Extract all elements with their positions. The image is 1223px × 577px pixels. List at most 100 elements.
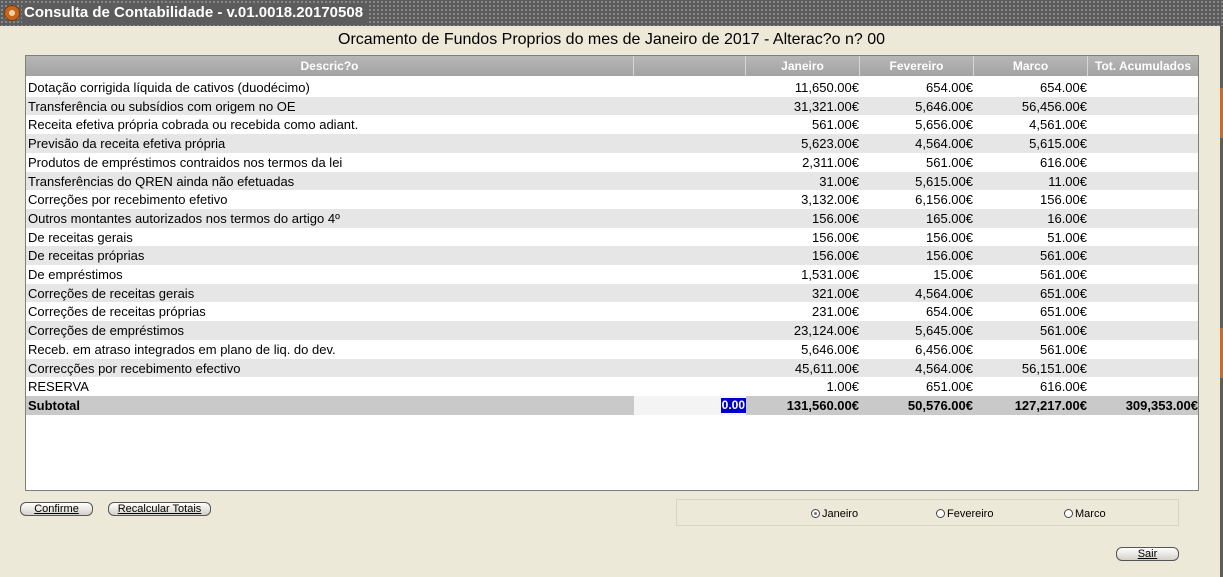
- radio-january-label: Janeiro: [822, 508, 859, 520]
- table-row[interactable]: Dotação corrigida líquida de cativos (du…: [26, 78, 1198, 97]
- table-row[interactable]: Correções de empréstimos 23,124.00€ 5,645.…: [26, 321, 1198, 341]
- row-total: [1088, 321, 1198, 340]
- row-february: 156.00€: [926, 248, 973, 264]
- row-january: 3,132.00€: [801, 192, 859, 208]
- row-total: [1088, 284, 1198, 303]
- row-january: 561.00€: [812, 117, 859, 133]
- row-february: 651.00€: [926, 379, 973, 395]
- app-logo-icon: [4, 5, 20, 21]
- recalculate-totals-button[interactable]: Recalcular Totais: [108, 502, 211, 516]
- row-february: 5,656.00€: [915, 117, 973, 133]
- window-title: Consulta de Contabilidade - v.01.0018.20…: [22, 3, 370, 23]
- exit-button-label: Sair: [1137, 548, 1158, 560]
- row-january: 31.00€: [819, 173, 859, 189]
- row-description: Receb. em atraso integrados em plano de …: [28, 341, 336, 357]
- page-title: Orcamento de Fundos Proprios do mes de J…: [338, 31, 885, 48]
- subtotal-total: 309,353.00€: [1125, 397, 1198, 413]
- row-description: Previsão da receita efetiva própria: [28, 136, 226, 152]
- column-header-blank[interactable]: [634, 56, 746, 76]
- table-row[interactable]: Produtos de empréstimos contraidos nos t…: [26, 152, 1198, 172]
- title-bar: Consulta de Contabilidade - v.01.0018.20…: [0, 0, 1223, 26]
- row-description: De receitas próprias: [28, 248, 145, 264]
- row-march: 51.00€: [1047, 229, 1087, 245]
- row-january: 23,124.00€: [793, 323, 859, 339]
- row-february: 6,156.00€: [915, 192, 973, 208]
- row-march: 561.00€: [1040, 341, 1087, 357]
- budget-table[interactable]: Descric?o Janeiro Fevereiro Marco Tot. A…: [25, 55, 1199, 491]
- table-row[interactable]: Receita efetiva própria cobrada ou receb…: [26, 115, 1198, 135]
- row-march: 156.00€: [1040, 192, 1087, 208]
- column-header-total[interactable]: Tot. Acumulados: [1088, 56, 1198, 76]
- row-total: [1088, 209, 1198, 228]
- subtotal-march: 127,217.00€: [1014, 397, 1087, 413]
- row-march: 56,151.00€: [1021, 360, 1087, 376]
- radio-february[interactable]: Fevereiro: [936, 508, 993, 521]
- radio-january[interactable]: Janeiro: [811, 508, 858, 521]
- table-row[interactable]: De receitas próprias 156.00€ 156.00€ 561.00…: [26, 246, 1198, 266]
- table-row[interactable]: Correcções por recebimento efectivo 45,61…: [26, 358, 1198, 378]
- row-march: 561.00€: [1040, 267, 1087, 282]
- row-total: [1088, 78, 1198, 97]
- row-january: 1.00€: [826, 379, 859, 395]
- row-january: 1,531.00€: [801, 267, 859, 282]
- row-february: 5,615.00€: [915, 173, 973, 189]
- row-january: 45,611.00€: [794, 360, 859, 376]
- row-total: [1088, 340, 1198, 359]
- row-description: Outros montantes autorizados nos termos …: [28, 210, 340, 226]
- row-february: 4,564.00€: [915, 285, 973, 301]
- row-total: [1088, 172, 1198, 191]
- table-row[interactable]: De empréstimos 1,531.00€ 15.00€ 561.00€: [26, 265, 1198, 284]
- row-january: 321.00€: [812, 285, 859, 301]
- row-march: 616.00€: [1040, 154, 1087, 170]
- row-february: 4,564.00€: [915, 136, 973, 152]
- table-row[interactable]: Transferências do QREN ainda não efetuad…: [26, 171, 1198, 191]
- row-description: Dotação corrigida líquida de cativos (du…: [28, 80, 310, 95]
- row-description: Produtos de empréstimos contraidos nos t…: [28, 154, 343, 170]
- table-row[interactable]: Outros montantes autorizados nos termos …: [26, 208, 1198, 228]
- month-radio-group: Janeiro Fevereiro Marco: [676, 499, 1179, 526]
- row-march: 5,615.00€: [1029, 136, 1087, 152]
- radio-february-label: Fevereiro: [947, 508, 994, 520]
- radio-unchecked-icon: [1064, 508, 1073, 518]
- row-march: 16.00€: [1047, 210, 1087, 226]
- table-row[interactable]: Transferência ou subsídios com origem no…: [26, 96, 1198, 116]
- table-header: Descric?o Janeiro Fevereiro Marco Tot. A…: [26, 56, 1198, 76]
- table-row[interactable]: Correções de receitas próprias 231.00€ 654…: [26, 302, 1198, 322]
- row-total: [1088, 246, 1198, 265]
- row-march: 561.00€: [1040, 248, 1087, 264]
- row-description: Correções de empréstimos: [28, 323, 185, 339]
- row-description: Correções de receitas próprias: [28, 304, 206, 320]
- row-february: 654.00€: [926, 80, 973, 95]
- row-description: Receita efetiva própria cobrada ou receb…: [28, 117, 359, 133]
- confirm-button[interactable]: Confirme: [20, 502, 93, 516]
- table-row[interactable]: Correções por recebimento efetivo 3,132.0…: [26, 190, 1198, 210]
- row-description: De receitas gerais: [28, 229, 133, 245]
- table-row[interactable]: Receb. em atraso integrados em plano de …: [26, 339, 1198, 359]
- column-header-february[interactable]: Fevereiro: [860, 56, 974, 76]
- radio-march[interactable]: Marco: [1064, 508, 1106, 521]
- subtotal-label: Subtotal: [28, 397, 80, 413]
- table-row[interactable]: Previsão da receita efetiva própria 5,623…: [26, 134, 1198, 154]
- row-march: 56,456.00€: [1021, 98, 1087, 114]
- subtotal-input-field[interactable]: 0.00: [721, 397, 746, 413]
- subtotal-row: Subtotal 0.00 131,560.00€ 50,576.00€ 127…: [26, 395, 1198, 415]
- row-description: Transferências do QREN ainda não efetuad…: [28, 173, 295, 189]
- row-february: 165.00€: [926, 210, 973, 226]
- confirm-button-label: Confirme: [34, 503, 79, 515]
- row-march: 651.00€: [1040, 285, 1087, 301]
- row-description: Correcções por recebimento efectivo: [28, 360, 241, 376]
- row-total: [1088, 359, 1198, 378]
- row-total: [1088, 115, 1198, 134]
- exit-button[interactable]: Sair: [1116, 547, 1179, 561]
- row-description: Transferência ou subsídios com origem no…: [28, 98, 296, 114]
- row-january: 231.00€: [812, 304, 859, 320]
- column-header-description[interactable]: Descric?o: [26, 56, 634, 76]
- column-header-march[interactable]: Marco: [974, 56, 1088, 76]
- table-row[interactable]: RESERVA 1.00€ 651.00€ 616.00€: [26, 377, 1198, 397]
- table-row[interactable]: De receitas gerais 156.00€ 156.00€ 51.00€: [26, 227, 1198, 247]
- table-row[interactable]: Correções de receitas gerais 321.00€ 4,564…: [26, 283, 1198, 303]
- column-header-january[interactable]: Janeiro: [746, 56, 860, 76]
- row-january: 2,311.00€: [802, 154, 859, 170]
- row-january: 11,650.00€: [794, 80, 859, 95]
- row-january: 156.00€: [812, 210, 859, 226]
